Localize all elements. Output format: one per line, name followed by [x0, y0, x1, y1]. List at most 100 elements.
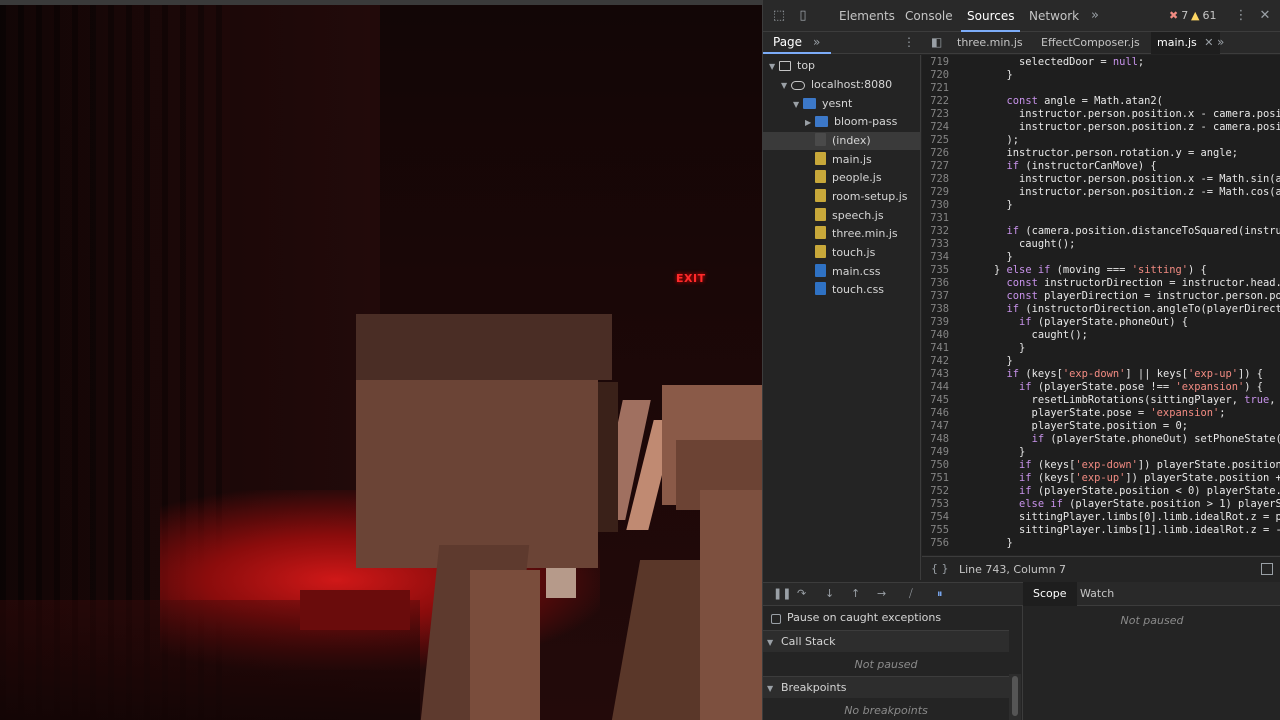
step-over-icon[interactable]: ↷ — [797, 587, 806, 600]
code-line[interactable]: 740 caught(); — [922, 329, 1280, 342]
pause-on-exceptions-icon[interactable]: ⏸ — [937, 587, 943, 601]
error-counter[interactable]: ✖ 7 — [1169, 9, 1188, 22]
line-number[interactable]: 733 — [922, 238, 949, 251]
line-number[interactable]: 726 — [922, 147, 949, 160]
code-line[interactable]: 721 — [922, 82, 1280, 95]
code-line[interactable]: 751 if (keys['exp-up']) playerState.posi… — [922, 472, 1280, 485]
tab-network[interactable]: Network — [1029, 0, 1079, 32]
tree-item-three-min-js[interactable]: three.min.js — [815, 225, 898, 243]
toggle-navigator-icon[interactable]: ◧ — [931, 35, 942, 49]
call-stack-header[interactable]: ▼ Call Stack — [763, 630, 1009, 652]
game-viewport[interactable]: EXIT — [0, 0, 762, 720]
code-line[interactable]: 729 instructor.person.position.z -= Math… — [922, 186, 1280, 199]
code-line[interactable]: 731 — [922, 212, 1280, 225]
code-line[interactable]: 723 instructor.person.position.x - camer… — [922, 108, 1280, 121]
code-line[interactable]: 749 } — [922, 446, 1280, 459]
line-number[interactable]: 752 — [922, 485, 949, 498]
tree-item-people-js[interactable]: people.js — [815, 169, 882, 187]
line-number[interactable]: 730 — [922, 199, 949, 212]
line-number[interactable]: 755 — [922, 524, 949, 537]
tree-item-room-setup-js[interactable]: room-setup.js — [815, 188, 907, 206]
code-line[interactable]: 756 } — [922, 537, 1280, 550]
code-line[interactable]: 719 selectedDoor = null; — [922, 56, 1280, 69]
navigator-menu-icon[interactable]: ⋮ — [903, 35, 915, 49]
tab-console[interactable]: Console — [905, 0, 953, 32]
tree-item-touch-js[interactable]: touch.js — [815, 244, 875, 262]
pause-icon[interactable]: ❚❚ — [773, 587, 791, 600]
line-number[interactable]: 738 — [922, 303, 949, 316]
code-line[interactable]: 722 const angle = Math.atan2( — [922, 95, 1280, 108]
line-number[interactable]: 746 — [922, 407, 949, 420]
code-line[interactable]: 733 caught(); — [922, 238, 1280, 251]
tab-scope[interactable]: Scope — [1023, 582, 1077, 606]
line-number[interactable]: 739 — [922, 316, 949, 329]
close-tab-icon[interactable]: ✕ — [1204, 36, 1213, 49]
tree-item-main-js[interactable]: main.js — [815, 151, 872, 169]
tree-item-host[interactable]: ▼ localhost:8080 — [781, 76, 892, 94]
code-line[interactable]: 741 } — [922, 342, 1280, 355]
code-line[interactable]: 748 if (playerState.phoneOut) setPhoneSt… — [922, 433, 1280, 446]
line-number[interactable]: 728 — [922, 173, 949, 186]
breakpoints-header[interactable]: ▼ Breakpoints — [763, 676, 1009, 698]
line-number[interactable]: 735 — [922, 264, 949, 277]
step-icon[interactable]: → — [877, 587, 886, 600]
line-number[interactable]: 747 — [922, 420, 949, 433]
code-line[interactable]: 720 } — [922, 69, 1280, 82]
code-line[interactable]: 732 if (camera.position.distanceToSquare… — [922, 225, 1280, 238]
line-number[interactable]: 754 — [922, 511, 949, 524]
more-file-tabs-icon[interactable]: » — [1217, 35, 1224, 49]
line-number[interactable]: 750 — [922, 459, 949, 472]
code-line[interactable]: 725 ); — [922, 134, 1280, 147]
code-line[interactable]: 745 resetLimbRotations(sittingPlayer, tr… — [922, 394, 1280, 407]
inspect-element-icon[interactable]: ⬚ — [771, 8, 787, 24]
line-number[interactable]: 720 — [922, 69, 949, 82]
code-line[interactable]: 724 instructor.person.position.z - camer… — [922, 121, 1280, 134]
line-number[interactable]: 734 — [922, 251, 949, 264]
code-line[interactable]: 746 playerState.pose = 'expansion'; — [922, 407, 1280, 420]
line-number[interactable]: 753 — [922, 498, 949, 511]
line-number[interactable]: 745 — [922, 394, 949, 407]
line-number[interactable]: 744 — [922, 381, 949, 394]
device-toolbar-icon[interactable]: ▯ — [795, 8, 811, 24]
tab-watch[interactable]: Watch — [1080, 582, 1114, 606]
line-number[interactable]: 721 — [922, 82, 949, 95]
code-line[interactable]: 727 if (instructorCanMove) { — [922, 160, 1280, 173]
line-number[interactable]: 731 — [922, 212, 949, 225]
step-into-icon[interactable]: ↓ — [825, 587, 834, 600]
pretty-print-icon[interactable]: { } — [931, 562, 949, 575]
code-line[interactable]: 737 const playerDirection = instructor.p… — [922, 290, 1280, 303]
tree-item-speech-js[interactable]: speech.js — [815, 207, 884, 225]
pause-on-caught-checkbox[interactable] — [771, 614, 781, 624]
file-tab-main[interactable]: main.js ✕ — [1151, 32, 1220, 54]
file-tab-three-min[interactable]: three.min.js — [957, 32, 1023, 54]
line-number[interactable]: 749 — [922, 446, 949, 459]
line-number[interactable]: 722 — [922, 95, 949, 108]
code-line[interactable]: 726 instructor.person.rotation.y = angle… — [922, 147, 1280, 160]
more-tabs-icon[interactable]: » — [1087, 8, 1103, 24]
code-line[interactable]: 754 sittingPlayer.limbs[0].limb.idealRot… — [922, 511, 1280, 524]
file-tab-effectcomposer[interactable]: EffectComposer.js — [1041, 32, 1140, 54]
tree-item-main-css[interactable]: main.css — [815, 263, 881, 281]
line-number[interactable]: 724 — [922, 121, 949, 134]
code-line[interactable]: 744 if (playerState.pose !== 'expansion'… — [922, 381, 1280, 394]
code-line[interactable]: 738 if (instructorDirection.angleTo(play… — [922, 303, 1280, 316]
code-line[interactable]: 739 if (playerState.phoneOut) { — [922, 316, 1280, 329]
code-editor[interactable]: 719 selectedDoor = null; 720 } 721 722 cons… — [922, 55, 1280, 555]
code-line[interactable]: 734 } — [922, 251, 1280, 264]
tab-sources[interactable]: Sources — [961, 0, 1021, 32]
tab-elements[interactable]: Elements — [839, 0, 895, 32]
code-line[interactable]: 755 sittingPlayer.limbs[1].limb.idealRot… — [922, 524, 1280, 537]
more-navigator-icon[interactable]: » — [813, 35, 820, 49]
close-devtools-icon[interactable]: ✕ — [1257, 8, 1273, 24]
line-number[interactable]: 742 — [922, 355, 949, 368]
line-number[interactable]: 736 — [922, 277, 949, 290]
line-number[interactable]: 751 — [922, 472, 949, 485]
sidebar-scrollbar[interactable] — [1009, 674, 1021, 720]
code-line[interactable]: 753 else if (playerState.position > 1) p… — [922, 498, 1280, 511]
code-line[interactable]: 736 const instructorDirection = instruct… — [922, 277, 1280, 290]
code-line[interactable]: 743 if (keys['exp-down'] || keys['exp-up… — [922, 368, 1280, 381]
line-number[interactable]: 725 — [922, 134, 949, 147]
deactivate-breakpoints-icon[interactable]: ⧸ — [909, 587, 913, 601]
scrollbar-thumb[interactable] — [1012, 676, 1018, 716]
step-out-icon[interactable]: ↑ — [851, 587, 860, 600]
